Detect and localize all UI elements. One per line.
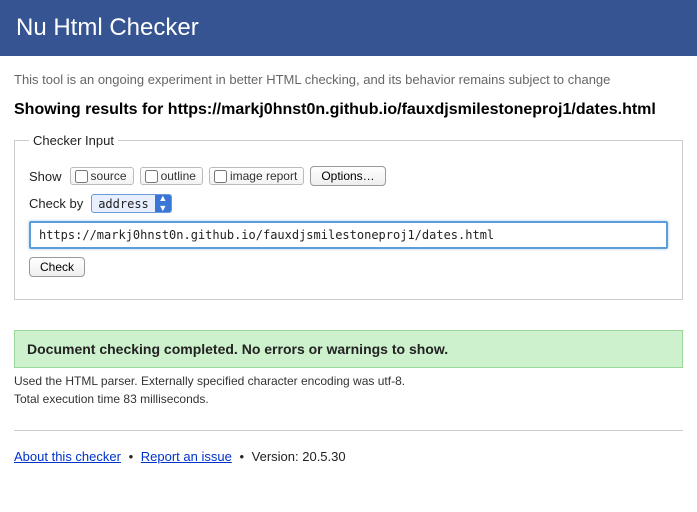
- parser-info: Used the HTML parser. Externally specifi…: [14, 374, 683, 388]
- source-checkbox-group[interactable]: source: [70, 167, 134, 185]
- check-button[interactable]: Check: [29, 257, 85, 277]
- checker-input-fieldset: Checker Input Show source outline image …: [14, 133, 683, 300]
- check-by-label: Check by: [29, 196, 83, 211]
- url-input[interactable]: [29, 221, 668, 249]
- separator: •: [129, 449, 134, 464]
- chevron-up-down-icon: ▲▼: [155, 195, 171, 212]
- image-report-checkbox[interactable]: [214, 170, 227, 183]
- options-button[interactable]: Options…: [310, 166, 385, 186]
- source-checkbox[interactable]: [75, 170, 88, 183]
- show-label: Show: [29, 169, 62, 184]
- source-checkbox-label: source: [91, 169, 127, 183]
- image-report-checkbox-label: image report: [230, 169, 297, 183]
- report-issue-link[interactable]: Report an issue: [141, 449, 232, 464]
- divider: [14, 430, 683, 431]
- results-heading: Showing results for https://markj0hnst0n…: [14, 101, 683, 119]
- app-title: Nu Html Checker: [16, 14, 681, 42]
- footer: About this checker • Report an issue • V…: [0, 449, 697, 484]
- version-label: Version:: [252, 449, 303, 464]
- outline-checkbox-label: outline: [161, 169, 196, 183]
- about-link[interactable]: About this checker: [14, 449, 121, 464]
- fieldset-legend: Checker Input: [29, 133, 118, 148]
- execution-time: Total execution time 83 milliseconds.: [14, 392, 683, 406]
- outline-checkbox-group[interactable]: outline: [140, 167, 203, 185]
- outline-checkbox[interactable]: [145, 170, 158, 183]
- check-by-select[interactable]: address ▲▼: [91, 194, 172, 213]
- success-message: Document checking completed. No errors o…: [14, 330, 683, 368]
- image-report-checkbox-group[interactable]: image report: [209, 167, 304, 185]
- app-header: Nu Html Checker: [0, 0, 697, 56]
- version-value: 20.5.30: [302, 449, 345, 464]
- intro-text: This tool is an ongoing experiment in be…: [14, 72, 683, 87]
- check-by-value: address: [92, 197, 155, 211]
- separator: •: [239, 449, 244, 464]
